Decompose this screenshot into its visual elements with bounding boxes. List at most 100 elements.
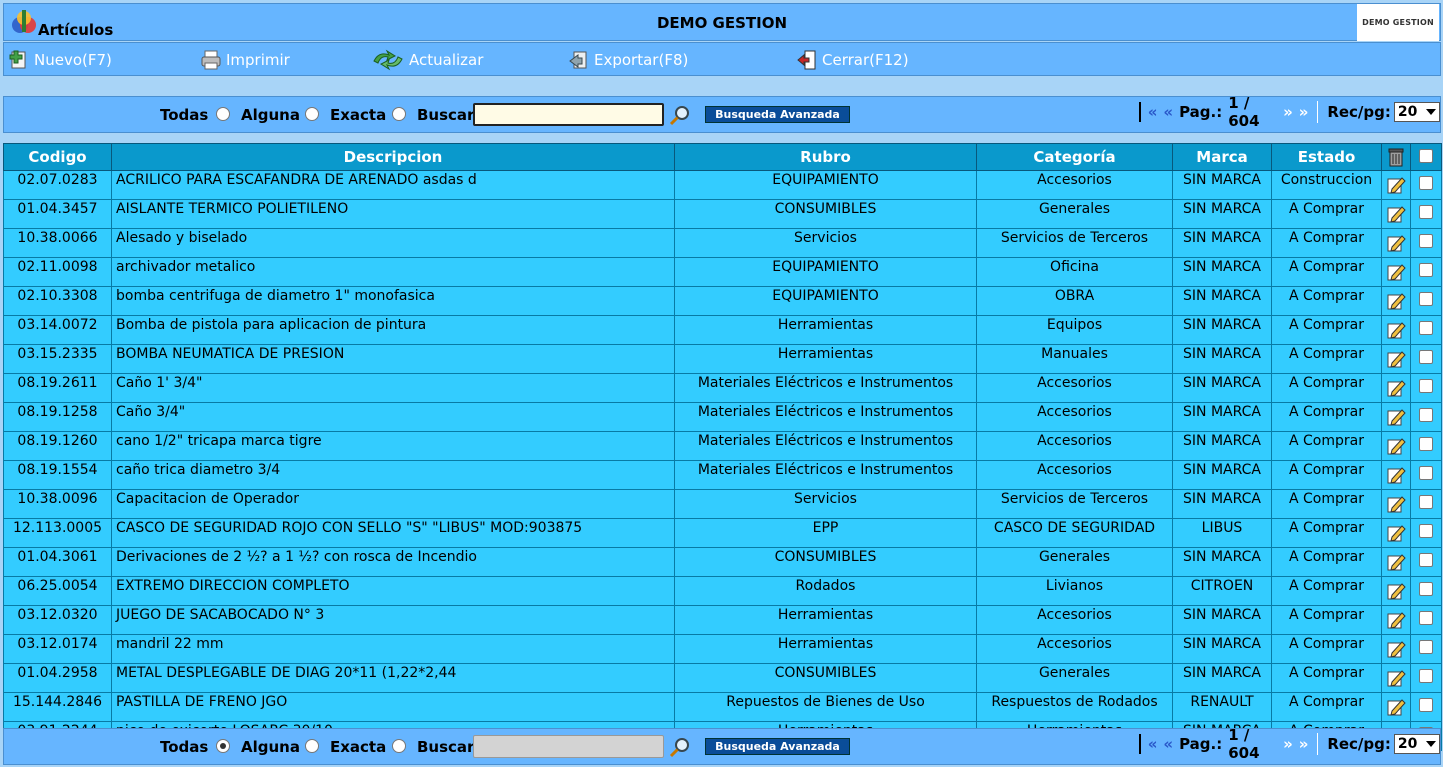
edit-icon[interactable] bbox=[1386, 523, 1406, 543]
header-delete bbox=[1381, 143, 1411, 171]
header-categoria[interactable]: Categoría bbox=[976, 143, 1173, 171]
row-checkbox[interactable] bbox=[1419, 611, 1433, 625]
advanced-search-button[interactable]: Busqueda Avanzada bbox=[705, 106, 850, 123]
edit-icon[interactable] bbox=[1386, 552, 1406, 572]
table-row[interactable]: 01.04.3457 AISLANTE TERMICO POLIETILENO CO… bbox=[3, 199, 1442, 229]
row-checkbox[interactable] bbox=[1419, 495, 1433, 509]
cell-categoria: Accesorios bbox=[976, 634, 1173, 664]
row-checkbox[interactable] bbox=[1419, 582, 1433, 596]
table-row[interactable]: 12.113.0005 CASCO DE SEGURIDAD ROJO CON S… bbox=[3, 518, 1442, 548]
next-page-button[interactable]: » bbox=[1283, 103, 1293, 121]
table-row[interactable]: 15.144.2846 PASTILLA DE FRENO JGO Repuesto… bbox=[3, 692, 1442, 722]
row-checkbox[interactable] bbox=[1419, 205, 1433, 219]
cell-marca: SIN MARCA bbox=[1172, 199, 1272, 229]
edit-icon[interactable] bbox=[1386, 320, 1406, 340]
row-checkbox[interactable] bbox=[1419, 176, 1433, 190]
records-per-page-select[interactable]: 20 bbox=[1393, 734, 1440, 754]
edit-icon[interactable] bbox=[1386, 494, 1406, 514]
table-row[interactable]: 03.14.0072 Bomba de pistola para aplicaci… bbox=[3, 315, 1442, 345]
search-label: Buscar bbox=[417, 106, 475, 124]
last-page-button[interactable]: » bbox=[1299, 735, 1309, 753]
radio-alguna[interactable] bbox=[305, 739, 319, 753]
row-checkbox[interactable] bbox=[1419, 292, 1433, 306]
edit-icon[interactable] bbox=[1386, 436, 1406, 456]
last-page-button[interactable]: » bbox=[1299, 103, 1309, 121]
edit-icon[interactable] bbox=[1386, 175, 1406, 195]
header-marca[interactable]: Marca bbox=[1172, 143, 1272, 171]
row-checkbox[interactable] bbox=[1419, 321, 1433, 335]
header-descripcion[interactable]: Descripcion bbox=[111, 143, 675, 171]
table-row[interactable]: 02.10.3308 bomba centrifuga de diametro 1… bbox=[3, 286, 1442, 316]
table-row[interactable]: 01.04.3061 Derivaciones de 2 ½? a 1 ½? co… bbox=[3, 547, 1442, 577]
radio-exacta[interactable] bbox=[392, 739, 406, 753]
search-input[interactable] bbox=[473, 103, 664, 126]
table-row[interactable]: 08.19.1258 Caño 3/4" Materiales Eléctricos… bbox=[3, 402, 1442, 432]
table-row[interactable]: 03.12.0174 mandril 22 mm Herramientas Acces… bbox=[3, 634, 1442, 664]
trash-icon[interactable] bbox=[1385, 146, 1407, 168]
row-checkbox[interactable] bbox=[1419, 379, 1433, 393]
cell-rubro: CONSUMIBLES bbox=[674, 547, 977, 577]
cell-categoria: Servicios de Terceros bbox=[976, 228, 1173, 258]
table-row[interactable]: 08.19.2611 Caño 1' 3/4" Materiales Eléctri… bbox=[3, 373, 1442, 403]
radio-alguna[interactable] bbox=[305, 107, 319, 121]
search-input[interactable] bbox=[473, 735, 664, 758]
table-row[interactable]: 06.25.0054 EXTREMO DIRECCION COMPLETO Roda… bbox=[3, 576, 1442, 606]
radio-todas[interactable] bbox=[216, 107, 230, 121]
edit-icon[interactable] bbox=[1386, 291, 1406, 311]
table-row[interactable]: 03.15.2335 BOMBA NEUMATICA DE PRESION Herr… bbox=[3, 344, 1442, 374]
export-button[interactable]: Exportar(F8) bbox=[568, 49, 688, 71]
edit-icon[interactable] bbox=[1386, 407, 1406, 427]
edit-icon[interactable] bbox=[1386, 262, 1406, 282]
records-per-page-select[interactable]: 20 bbox=[1393, 102, 1440, 122]
table-row[interactable]: 10.38.0066 Alesado y biselado Servicios Ser… bbox=[3, 228, 1442, 258]
table-row[interactable]: 08.19.1260 cano 1/2" tricapa marca tigre M… bbox=[3, 431, 1442, 461]
row-checkbox[interactable] bbox=[1419, 408, 1433, 422]
row-checkbox[interactable] bbox=[1419, 640, 1433, 654]
edit-icon[interactable] bbox=[1386, 349, 1406, 369]
edit-icon[interactable] bbox=[1386, 581, 1406, 601]
cell-rubro: Rodados bbox=[674, 576, 977, 606]
edit-icon[interactable] bbox=[1386, 668, 1406, 688]
edit-icon[interactable] bbox=[1386, 465, 1406, 485]
prev-page-button[interactable]: « bbox=[1163, 735, 1173, 753]
header-estado[interactable]: Estado bbox=[1271, 143, 1382, 171]
edit-icon[interactable] bbox=[1386, 697, 1406, 717]
row-checkbox[interactable] bbox=[1419, 466, 1433, 480]
row-checkbox[interactable] bbox=[1419, 350, 1433, 364]
header-rubro[interactable]: Rubro bbox=[674, 143, 977, 171]
edit-icon[interactable] bbox=[1386, 639, 1406, 659]
refresh-button[interactable]: Actualizar bbox=[371, 49, 483, 71]
edit-icon[interactable] bbox=[1386, 378, 1406, 398]
cell-codigo: 03.14.0072 bbox=[3, 315, 112, 345]
radio-exacta[interactable] bbox=[392, 107, 406, 121]
row-checkbox[interactable] bbox=[1419, 553, 1433, 567]
table-row[interactable]: 10.38.0096 Capacitacion de Operador Servic… bbox=[3, 489, 1442, 519]
search-icon[interactable] bbox=[669, 736, 691, 758]
radio-todas[interactable] bbox=[216, 739, 230, 753]
table-row[interactable]: 02.07.0283 ACRILICO PARA ESCAFANDRA DE AR… bbox=[3, 170, 1442, 200]
table-row[interactable]: 02.11.0098 archivador metalico EQUIPAMIENT… bbox=[3, 257, 1442, 287]
row-checkbox[interactable] bbox=[1419, 263, 1433, 277]
close-button[interactable]: Cerrar(F12) bbox=[796, 49, 909, 71]
edit-icon[interactable] bbox=[1386, 610, 1406, 630]
search-icon[interactable] bbox=[669, 104, 691, 126]
prev-page-button[interactable]: « bbox=[1163, 103, 1173, 121]
first-page-button[interactable]: « bbox=[1148, 735, 1158, 753]
edit-icon[interactable] bbox=[1386, 233, 1406, 253]
table-row[interactable]: 03.12.0320 JUEGO DE SACABOCADO N° 3 Herram… bbox=[3, 605, 1442, 635]
row-checkbox[interactable] bbox=[1419, 524, 1433, 538]
row-checkbox[interactable] bbox=[1419, 698, 1433, 712]
first-page-button[interactable]: « bbox=[1148, 103, 1158, 121]
advanced-search-button[interactable]: Busqueda Avanzada bbox=[705, 738, 850, 755]
select-all-checkbox[interactable] bbox=[1419, 149, 1433, 163]
next-page-button[interactable]: » bbox=[1283, 735, 1293, 753]
row-checkbox[interactable] bbox=[1419, 234, 1433, 248]
print-button[interactable]: Imprimir bbox=[200, 49, 290, 71]
table-row[interactable]: 08.19.1554 caño trica diametro 3/4 Materia… bbox=[3, 460, 1442, 490]
header-codigo[interactable]: Codigo bbox=[3, 143, 112, 171]
table-row[interactable]: 01.04.2958 METAL DESPLEGABLE DE DIAG 20*1… bbox=[3, 663, 1442, 693]
new-button[interactable]: Nuevo(F7) bbox=[8, 49, 112, 71]
edit-icon[interactable] bbox=[1386, 204, 1406, 224]
row-checkbox[interactable] bbox=[1419, 437, 1433, 451]
row-checkbox[interactable] bbox=[1419, 669, 1433, 683]
